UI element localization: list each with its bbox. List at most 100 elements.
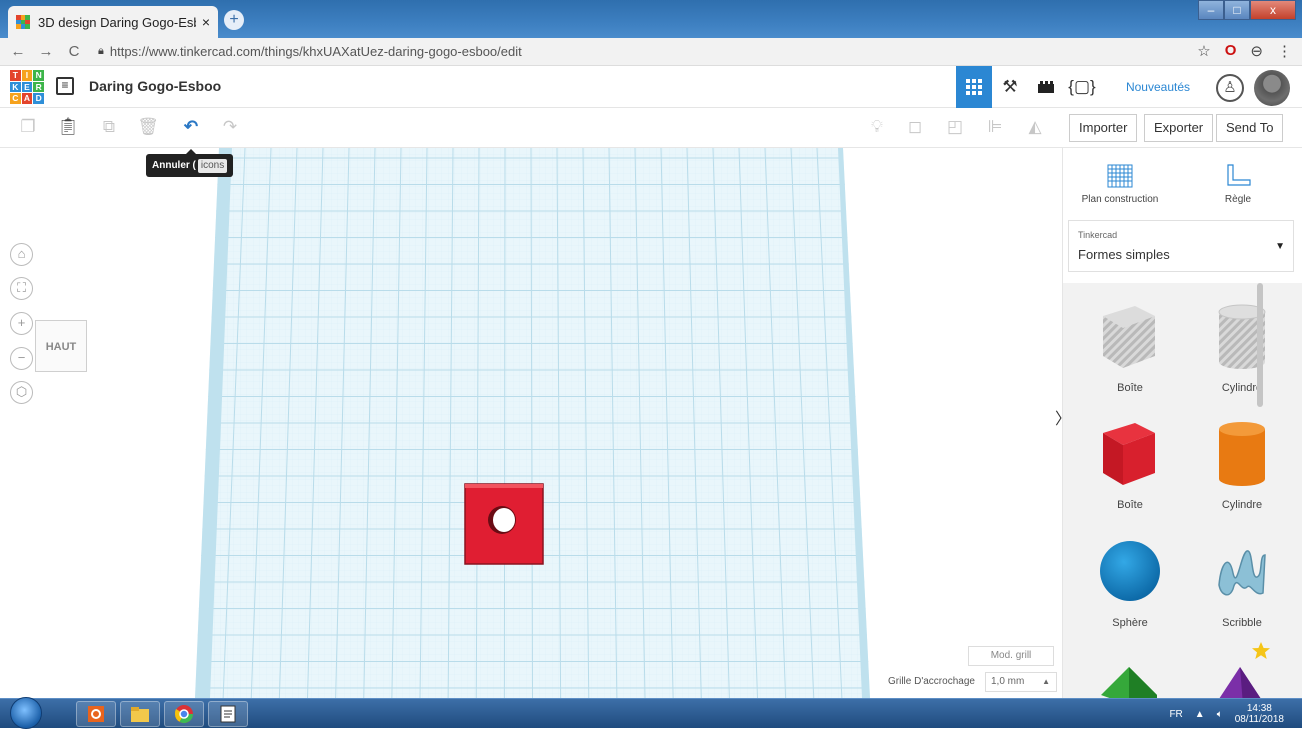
- browser-tab[interactable]: 3D design Daring Gogo-Esboo | ×: [8, 6, 218, 38]
- forward-icon[interactable]: →: [36, 43, 56, 60]
- view-cube[interactable]: HAUT: [35, 320, 87, 372]
- tab-close-icon[interactable]: ×: [202, 14, 210, 30]
- shape-cylinder[interactable]: Cylindre: [1192, 415, 1292, 511]
- shape-striped-cylinder[interactable]: Cylindre: [1192, 298, 1292, 394]
- workplane-icon: [1065, 158, 1175, 194]
- import-button[interactable]: Importer: [1069, 114, 1138, 142]
- logo-letter: E: [21, 81, 33, 93]
- shape-label: Boîte: [1117, 382, 1143, 394]
- logo-letter: I: [21, 70, 33, 81]
- red-box-shape[interactable]: [462, 480, 546, 566]
- light-bulb-icon[interactable]: 💡︎: [866, 116, 888, 138]
- codeblocks-mode-icon[interactable]: {▢}: [1064, 66, 1100, 108]
- back-icon[interactable]: ←: [8, 43, 28, 60]
- ungroup-icon[interactable]: ◰: [944, 116, 966, 138]
- browser-titlebar: 3D design Daring Gogo-Esboo | × + – □ x: [0, 0, 1302, 38]
- shape-sphere[interactable]: Sphère: [1080, 533, 1180, 629]
- caret-down-icon: ▼: [1275, 241, 1285, 252]
- favorite-star-icon[interactable]: [1251, 641, 1271, 661]
- design-name[interactable]: Daring Gogo-Esboo: [89, 78, 221, 94]
- shape-label: Sphère: [1112, 617, 1148, 629]
- explorer-taskbar-icon[interactable]: [120, 701, 160, 727]
- align-icon[interactable]: ⊫: [984, 116, 1006, 138]
- export-button[interactable]: Exporter: [1144, 114, 1214, 142]
- perspective-icon[interactable]: ⬡: [10, 381, 33, 404]
- view-mode-switcher: ⚒ {▢}: [956, 66, 1100, 108]
- logo-letter: A: [21, 93, 33, 104]
- home-view-icon[interactable]: ⌂: [10, 243, 33, 266]
- shape-striped-box[interactable]: Boîte: [1080, 298, 1180, 394]
- bookmark-star-icon[interactable]: ☆: [1197, 42, 1210, 60]
- shapes-panel: Plan construction Règle Tinkercad Formes…: [1062, 148, 1302, 698]
- panel-scrollbar[interactable]: [1257, 283, 1263, 407]
- outlook-taskbar-icon[interactable]: [76, 701, 116, 727]
- 3d-viewport[interactable]: HAUT ⌂ ⛶ + − ⬡: [0, 148, 1062, 698]
- url-field[interactable]: https://www.tinkercad.com/things/khxUAXa…: [110, 44, 522, 59]
- snap-grid-value: 1,0 mm: [991, 676, 1025, 687]
- 3d-design-mode-icon[interactable]: [956, 66, 992, 108]
- account-icon[interactable]: ⊖: [1250, 42, 1263, 60]
- maximize-button[interactable]: □: [1224, 0, 1250, 20]
- purple-cone-icon: [1219, 667, 1261, 698]
- tinkercad-logo[interactable]: TIN KER CAD: [10, 70, 44, 104]
- minimize-button[interactable]: –: [1198, 0, 1224, 20]
- windows-taskbar: FR ▲ 🔈︎ 14:38 08/11/2018: [0, 697, 1302, 729]
- send-to-button[interactable]: Send To: [1216, 114, 1284, 142]
- chrome-taskbar-icon[interactable]: [164, 701, 204, 727]
- snap-grid-select[interactable]: 1,0 mm ▲: [985, 672, 1057, 692]
- paste-icon[interactable]: 📋︎: [57, 116, 79, 138]
- new-tab-button[interactable]: +: [224, 10, 244, 30]
- delete-icon[interactable]: 🗑︎: [137, 116, 159, 138]
- fit-view-icon[interactable]: ⛶: [10, 277, 33, 300]
- copy-icon[interactable]: ❐: [17, 116, 39, 138]
- bricks-mode-icon[interactable]: [1028, 66, 1064, 108]
- clock-time: 14:38: [1246, 703, 1272, 714]
- snap-grid-label: Grille D'accrochage: [888, 676, 975, 687]
- logo-letter: C: [10, 93, 21, 104]
- tray-expand-icon[interactable]: ▲: [1195, 709, 1205, 720]
- clock[interactable]: 14:38 08/11/2018: [1235, 703, 1284, 725]
- language-indicator[interactable]: FR: [1169, 709, 1182, 720]
- shape-label: Cylindre: [1221, 382, 1263, 394]
- windows-start-icon[interactable]: [10, 697, 42, 729]
- library-source: Tinkercad: [1078, 230, 1118, 240]
- workplane[interactable]: [0, 148, 1062, 698]
- mirror-icon[interactable]: ◭: [1024, 116, 1046, 138]
- green-roof-icon: [1101, 667, 1157, 698]
- workplane-tool[interactable]: Plan construction: [1065, 158, 1175, 205]
- add-user-icon[interactable]: ♙: [1216, 74, 1244, 102]
- ruler-label: Règle: [1224, 194, 1252, 205]
- red-box-icon: [1103, 423, 1155, 485]
- group-icon[interactable]: ◻: [904, 116, 926, 138]
- notepad-taskbar-icon[interactable]: [208, 701, 248, 727]
- edit-toolbar: ❐ 📋︎ ⧉ 🗑︎ ↶ ↷ 💡︎ ◻ ◰ ⊫ ◭ Importer Export…: [0, 108, 1302, 148]
- shape-label: Boîte: [1117, 499, 1143, 511]
- system-tray: FR ▲ 🔈︎ 14:38 08/11/2018: [1169, 703, 1284, 725]
- shape-box[interactable]: Boîte: [1080, 415, 1180, 511]
- zoom-in-icon[interactable]: +: [10, 312, 33, 335]
- undo-icon[interactable]: ↶: [180, 116, 202, 138]
- logo-letter: T: [10, 70, 21, 81]
- workplane-label: Plan construction: [1081, 194, 1159, 205]
- reload-icon[interactable]: C: [64, 43, 84, 60]
- edit-grid-button[interactable]: Mod. grill: [968, 646, 1054, 666]
- shape-library-select[interactable]: Tinkercad Formes simples ▼: [1068, 220, 1294, 272]
- logo-letter: R: [33, 81, 44, 93]
- sphere-icon: [1100, 541, 1160, 601]
- design-menu-icon[interactable]: ≡: [56, 77, 74, 95]
- striped-box-icon: [1103, 306, 1155, 368]
- duplicate-icon[interactable]: ⧉: [98, 116, 120, 138]
- volume-icon[interactable]: 🔈︎: [1217, 709, 1223, 720]
- zoom-out-icon[interactable]: −: [10, 347, 33, 370]
- ruler-tool[interactable]: Règle: [1183, 158, 1293, 205]
- close-window-button[interactable]: x: [1250, 0, 1296, 20]
- shape-scribble[interactable]: Scribble: [1192, 533, 1292, 629]
- browser-menu-icon[interactable]: ⋮: [1277, 42, 1292, 60]
- opera-extension-icon[interactable]: O: [1225, 42, 1237, 60]
- tinkercad-favicon-icon: [16, 15, 30, 29]
- avatar[interactable]: [1254, 70, 1290, 106]
- clock-date: 08/11/2018: [1234, 714, 1284, 725]
- news-link[interactable]: Nouveautés: [1126, 80, 1190, 94]
- redo-icon[interactable]: ↷: [219, 116, 241, 138]
- pickaxe-mode-icon[interactable]: ⚒: [992, 66, 1028, 108]
